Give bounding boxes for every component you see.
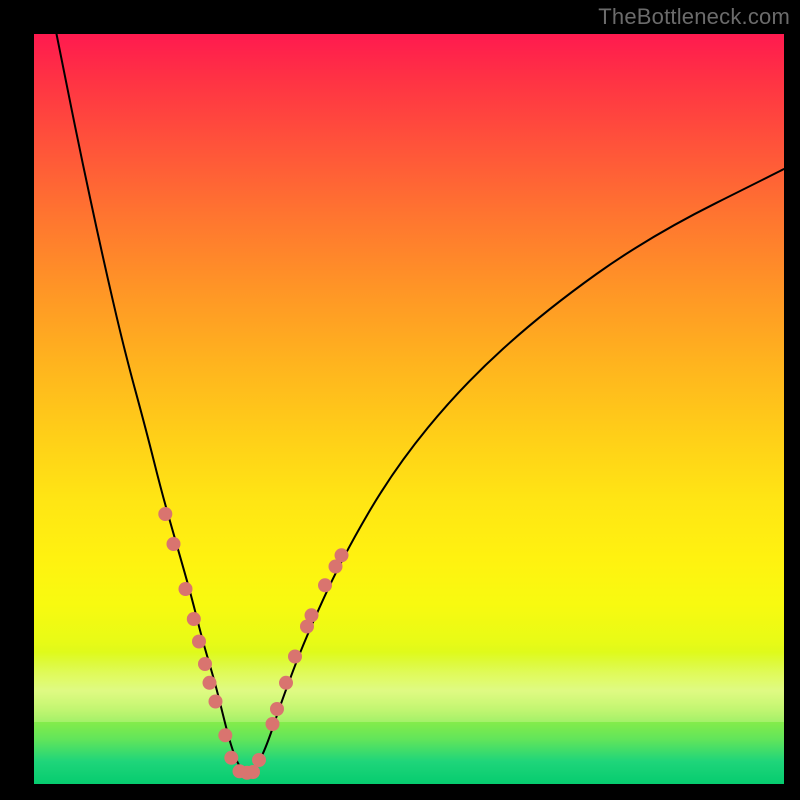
hint-point: [335, 548, 349, 562]
hint-points-group: [158, 507, 348, 780]
hint-point: [266, 717, 280, 731]
hint-point: [305, 608, 319, 622]
hint-point: [218, 728, 232, 742]
hint-point: [203, 676, 217, 690]
hint-point: [192, 635, 206, 649]
chart-frame: TheBottleneck.com: [0, 0, 800, 800]
hint-point: [198, 657, 212, 671]
hint-point: [209, 695, 223, 709]
hint-point: [246, 765, 260, 779]
hint-point: [187, 612, 201, 626]
hint-point: [318, 578, 332, 592]
chart-svg: [34, 34, 784, 784]
hint-point: [158, 507, 172, 521]
hint-point: [288, 650, 302, 664]
hint-point: [252, 753, 266, 767]
hint-point: [167, 537, 181, 551]
hint-point: [279, 676, 293, 690]
hint-point: [270, 702, 284, 716]
watermark-text: TheBottleneck.com: [598, 4, 790, 30]
bottleneck-curve: [57, 34, 785, 771]
hint-point: [179, 582, 193, 596]
hint-point: [224, 751, 238, 765]
